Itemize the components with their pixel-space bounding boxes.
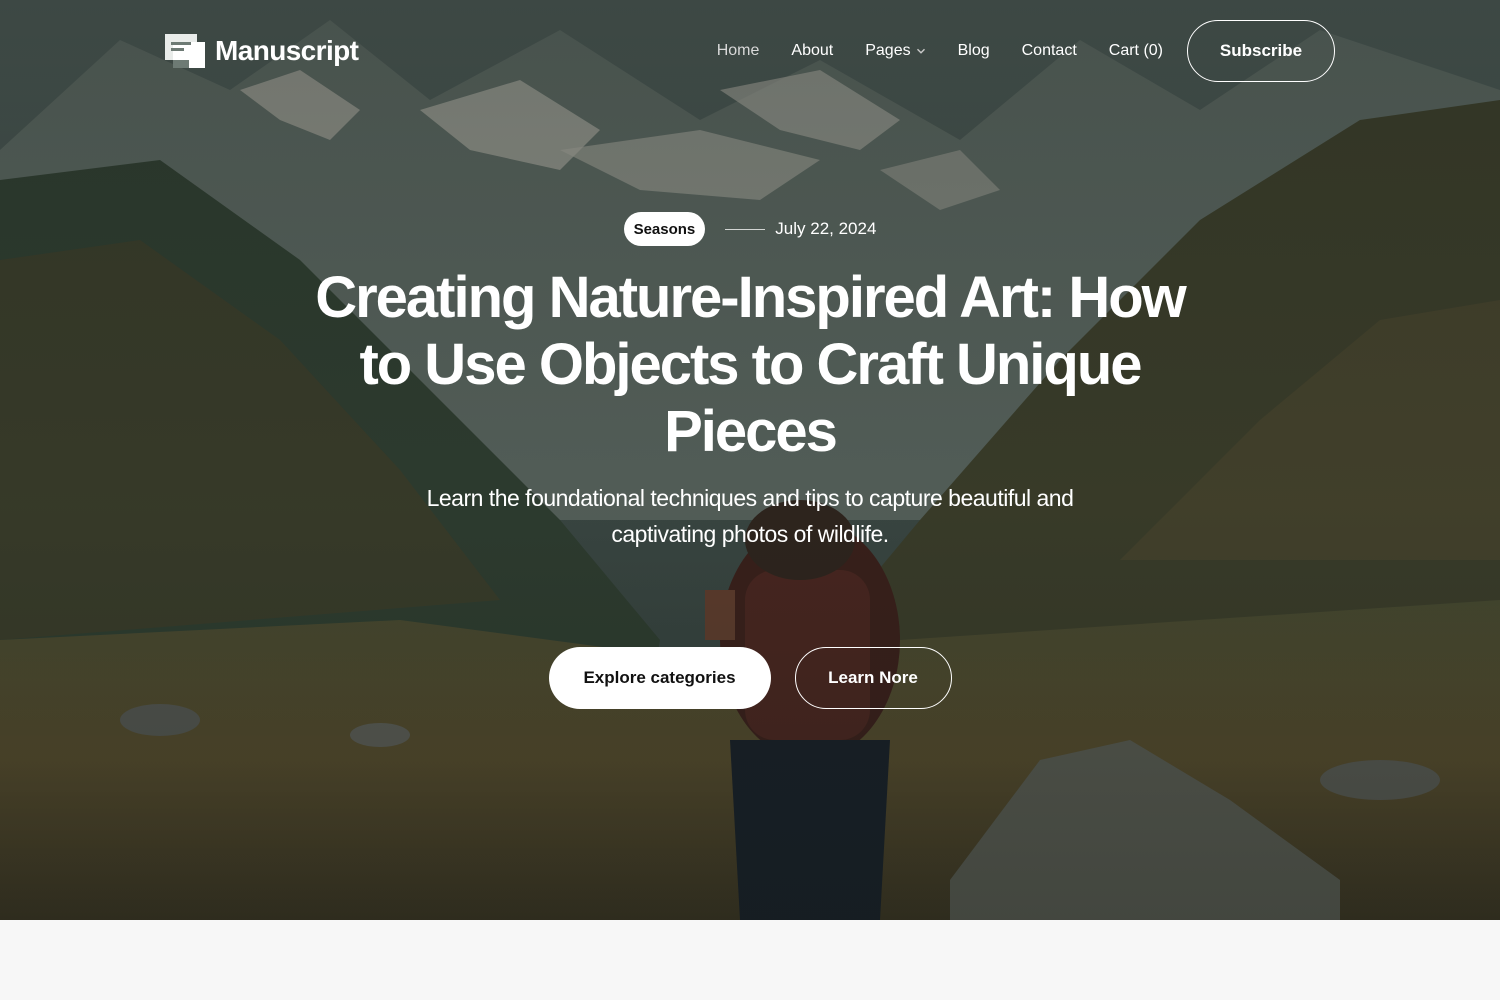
category-badge[interactable]: Seasons xyxy=(623,212,706,246)
main-navigation: Home About Pages Blog Contact Cart (0) S… xyxy=(717,20,1335,82)
nav-pages[interactable]: Pages xyxy=(865,42,925,60)
content-area xyxy=(0,920,1500,1000)
learn-more-button[interactable]: Learn Nore xyxy=(794,647,952,709)
nav-cart[interactable]: Cart (0) xyxy=(1109,42,1163,60)
logo-text: Manuscript xyxy=(215,35,359,66)
meta-divider xyxy=(725,228,766,230)
site-logo[interactable]: Manuscript xyxy=(165,34,359,68)
explore-categories-button[interactable]: Explore categories xyxy=(548,647,771,709)
post-date: July 22, 2024 xyxy=(775,219,877,238)
post-title: Creating Nature-Inspired Art: How to Use… xyxy=(315,265,1187,464)
subscribe-button[interactable]: Subscribe xyxy=(1187,20,1335,82)
hero-section: Manuscript Home About Pages Blog Contact… xyxy=(0,0,1500,920)
site-header: Manuscript Home About Pages Blog Contact… xyxy=(165,20,1335,82)
nav-about[interactable]: About xyxy=(791,42,833,60)
chat-document-icon xyxy=(165,34,205,68)
nav-blog[interactable]: Blog xyxy=(958,42,990,60)
nav-pages-label: Pages xyxy=(865,42,911,59)
nav-contact[interactable]: Contact xyxy=(1022,42,1077,60)
chevron-down-icon xyxy=(916,48,925,54)
hero-actions: Explore categories Learn Nore xyxy=(0,647,1500,709)
nav-home[interactable]: Home xyxy=(717,42,760,60)
post-meta: Seasons July 22, 2024 xyxy=(0,212,1500,246)
post-subtitle: Learn the foundational techniques and ti… xyxy=(426,485,1074,547)
